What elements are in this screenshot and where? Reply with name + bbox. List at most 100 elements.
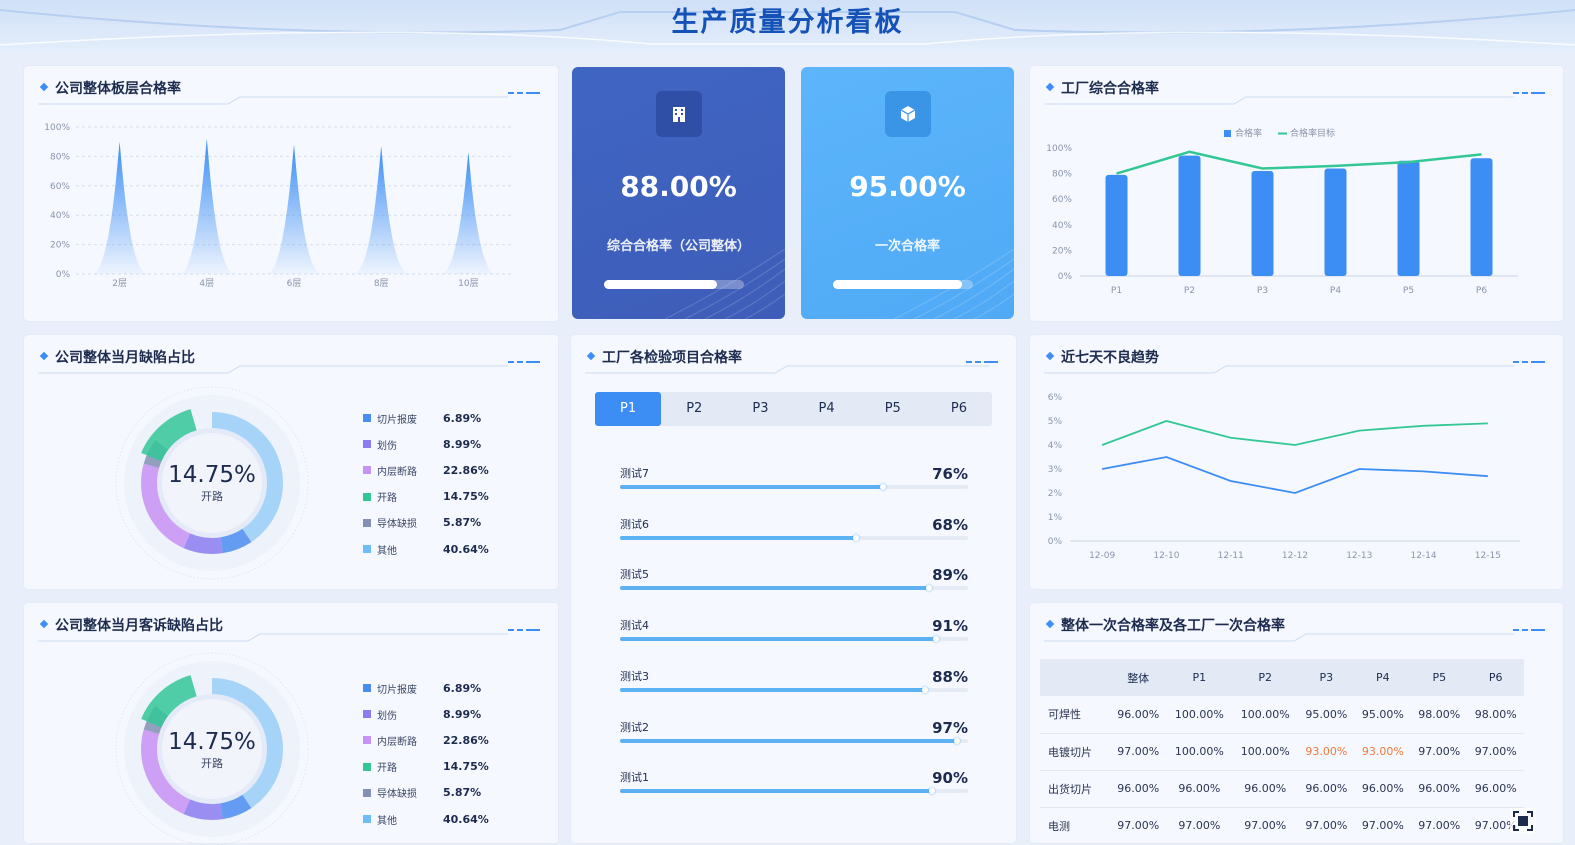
legend-name: 划伤	[377, 440, 397, 452]
kpi-first-card: 95.00% 一次合格率	[801, 67, 1014, 319]
tab-p2[interactable]: P2	[661, 392, 727, 426]
tab-p3[interactable]: P3	[727, 392, 793, 426]
inspection-progress-track	[620, 636, 968, 643]
table-cell: 97.00%	[1109, 733, 1167, 771]
table-header-cell: P6	[1467, 659, 1524, 696]
table-row-header: 电镀切片	[1040, 733, 1110, 771]
donut-center-name: 开路	[201, 757, 223, 770]
area-peak	[91, 141, 148, 274]
inspection-item-label: 测试3	[620, 669, 649, 683]
legend-swatch	[363, 762, 371, 771]
table-row: 电测 97.00% 97.00% 97.00% 97.00% 97.00% 97.00% 97…	[1040, 807, 1524, 843]
diamond-icon	[1045, 82, 1055, 92]
legend-name: 内层断路	[377, 466, 417, 478]
table-cell: 93.00%	[1354, 733, 1412, 771]
page-header: 生产质量分析看板	[0, 0, 1575, 52]
x-tick-label: 4层	[199, 278, 214, 289]
legend-item: 内层断路 22.86%	[363, 727, 489, 753]
legend-name: 导体缺损	[377, 789, 417, 801]
tab-p5[interactable]: P5	[860, 392, 926, 426]
y-tick-label: 40%	[1052, 221, 1072, 231]
x-tick-label: 12-09	[1089, 551, 1115, 561]
x-tick-label: P1	[1111, 286, 1122, 296]
table-cell: 96.00%	[1232, 770, 1299, 808]
diamond-icon	[586, 351, 596, 361]
building-icon	[655, 91, 702, 137]
y-tick-label: 2%	[1048, 489, 1063, 499]
inspection-item-label: 测试1	[620, 771, 649, 785]
table-cell: 96.00%	[1467, 770, 1524, 808]
legend-item: 划伤 8.99%	[363, 701, 489, 727]
legend-percent: 5.87%	[443, 786, 482, 800]
page-title: 生产质量分析看板	[671, 7, 904, 38]
donut-center-value: 14.75%	[168, 462, 256, 488]
tab-p4[interactable]: P4	[794, 392, 860, 426]
legend-swatch	[363, 710, 371, 719]
legend-swatch	[363, 736, 371, 745]
table-row-header: 电测	[1040, 807, 1110, 843]
x-tick-label: 12-13	[1346, 551, 1372, 561]
inspection-progress-track	[620, 737, 968, 744]
y-tick-label: 1%	[1048, 513, 1063, 523]
tab-p1[interactable]: P1	[595, 392, 662, 426]
table-cell: 97.00%	[1232, 807, 1299, 843]
diamond-icon	[1045, 619, 1055, 629]
legend-swatch	[363, 414, 371, 423]
table-cell: 95.00%	[1354, 696, 1412, 734]
table-row: 出货切片 96.00% 96.00% 96.00% 96.00% 96.00% 96.00%…	[1040, 770, 1524, 808]
y-tick-label: 20%	[50, 241, 70, 251]
legend-percent: 22.86%	[443, 733, 489, 747]
dash-decoration	[966, 361, 1002, 364]
inspection-item-percent: 91%	[932, 617, 968, 636]
bar	[1397, 160, 1420, 276]
tab-p6[interactable]: P6	[926, 392, 992, 426]
inspection-progress-track	[620, 484, 968, 490]
complaint-share-panel: 公司整体当月客诉缺陷占比 14.75% 开路 切片报废 6.89% 划伤 8.99% 内…	[24, 603, 558, 845]
inspection-item-label: 测试5	[620, 568, 649, 582]
panel-title: 公司整体当月缺陷占比	[39, 347, 195, 367]
panel-title: 工厂各检验项目合格率	[586, 347, 742, 367]
table-cell: 97.00%	[1467, 733, 1524, 771]
legend-name: 切片报废	[377, 684, 417, 696]
x-tick-label: P2	[1184, 286, 1195, 296]
legend-percent: 8.99%	[443, 437, 482, 451]
inspection-item-percent: 68%	[932, 515, 968, 534]
table-cell: 97.00%	[1298, 807, 1355, 843]
factory-rate-panel: 工厂综合合格率 100% 80% 60% 40% 20% 0% 合格率 合格率目标 P1 P2 P3…	[1030, 66, 1563, 321]
legend-name: 开路	[377, 493, 397, 505]
table-header-cell: 整体	[1109, 659, 1167, 696]
legend-item: 其他 40.64%	[363, 806, 489, 832]
table-header-cell: P3	[1298, 659, 1355, 696]
defect-share-panel: 公司整体当月缺陷占比 14.75% 开路 切片报废 6.89% 划伤 8.99% 内层断…	[24, 335, 558, 589]
complaint-legend: 切片报废 6.89% 划伤 8.99% 内层断路 22.86% 开路 14.75% 导体缺损 5.…	[363, 675, 489, 832]
x-tick-label: 12-14	[1410, 551, 1436, 561]
legend-percent: 22.86%	[443, 463, 489, 477]
x-tick-label: 12-15	[1475, 551, 1501, 561]
fullscreen-icon[interactable]	[1510, 808, 1536, 834]
legend-name: 开路	[377, 763, 397, 775]
inspection-progress-fill	[620, 788, 936, 795]
inspection-progress-track	[620, 686, 968, 693]
legend-percent: 14.75%	[443, 490, 489, 504]
trend-line-0	[1101, 420, 1488, 446]
donut-center-name: 开路	[201, 490, 223, 503]
panel-title: 整体一次合格率及各工厂一次合格率	[1045, 615, 1285, 635]
legend-label: 合格率	[1235, 127, 1262, 139]
table-row-header: 出货切片	[1040, 770, 1110, 808]
inspection-item-label: 测试4	[620, 619, 649, 633]
legend-label: 合格率目标	[1290, 127, 1335, 139]
inspection-item-percent: 88%	[932, 667, 968, 686]
legend-item: 导体缺损 5.87%	[363, 780, 489, 806]
inspection-progress-track	[620, 788, 968, 795]
kpi-overall-card: 88.00% 综合合格率（公司整体）	[572, 67, 785, 319]
legend-name: 划伤	[377, 710, 397, 722]
table-cell: 96.00%	[1411, 770, 1468, 808]
area-peak	[353, 146, 410, 274]
x-tick-label: P3	[1257, 286, 1268, 296]
donut-center-label: 14.75% 开路	[162, 462, 262, 504]
inspection-progress-fill	[620, 686, 929, 693]
diamond-icon	[39, 82, 49, 92]
inspection-panel: 工厂各检验项目合格率 P1 P2 P3 P4 P5 P6 测试7 76% 测试6 68% 测试5 8…	[571, 335, 1016, 843]
cube-icon	[884, 91, 931, 137]
panel-title-text: 公司整体当月缺陷占比	[55, 350, 195, 366]
